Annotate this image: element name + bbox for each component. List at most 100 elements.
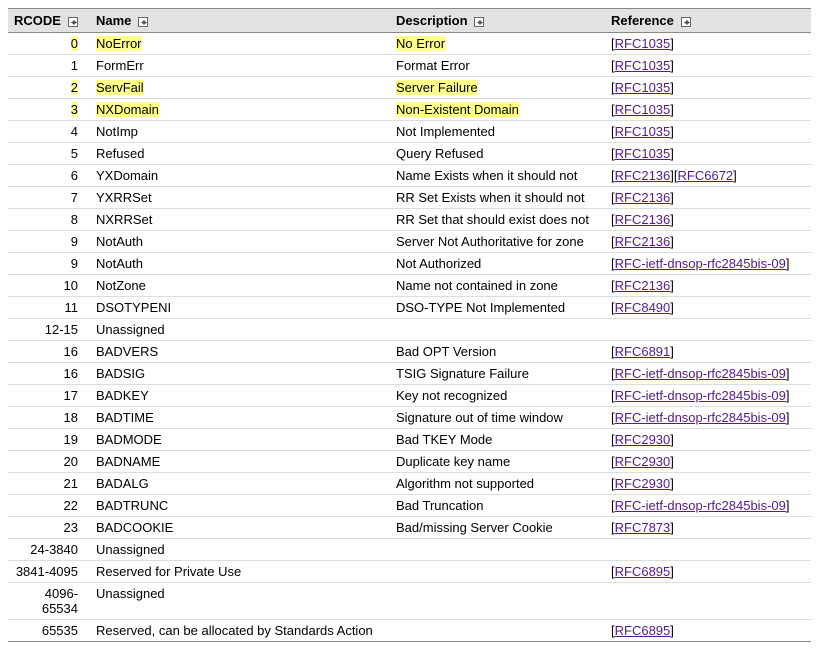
cell-rcode: 2	[8, 77, 90, 99]
cell-name: BADTIME	[90, 407, 390, 429]
reference-link[interactable]: RFC2930	[615, 432, 671, 447]
reference-link[interactable]: RFC2136	[615, 278, 671, 293]
reference-link[interactable]: RFC6891	[615, 344, 671, 359]
cell-ref: [RFC2136]	[605, 209, 811, 231]
cell-name: NoError	[90, 33, 390, 55]
cell-ref: [RFC6891]	[605, 341, 811, 363]
cell-rcode: 5	[8, 143, 90, 165]
highlighted-text: 0	[71, 36, 78, 51]
highlighted-text: 3	[71, 102, 78, 117]
reference-link[interactable]: RFC1035	[615, 58, 671, 73]
col-header-desc[interactable]: Description	[390, 9, 605, 33]
bracket-close: ]	[786, 388, 790, 403]
reference-link[interactable]: RFC-ietf-dnsop-rfc2845bis-09	[615, 388, 786, 403]
cell-ref: [RFC7873]	[605, 517, 811, 539]
cell-ref: [RFC2136]	[605, 275, 811, 297]
cell-rcode: 3	[8, 99, 90, 121]
reference-link[interactable]: RFC-ietf-dnsop-rfc2845bis-09	[615, 410, 786, 425]
highlighted-text: NoError	[96, 36, 142, 51]
cell-ref: [RFC1035]	[605, 99, 811, 121]
cell-name: BADTRUNC	[90, 495, 390, 517]
reference-link[interactable]: RFC-ietf-dnsop-rfc2845bis-09	[615, 498, 786, 513]
bracket-close: ]	[670, 278, 674, 293]
reference-link[interactable]: RFC2136	[615, 190, 671, 205]
bracket-close: ]	[670, 124, 674, 139]
cell-ref: [RFC-ietf-dnsop-rfc2845bis-09]	[605, 495, 811, 517]
reference-link[interactable]: RFC6895	[615, 623, 671, 638]
cell-rcode: 23	[8, 517, 90, 539]
reference-link[interactable]: RFC8490	[615, 300, 671, 315]
table-row: 23BADCOOKIEBad/missing Server Cookie[RFC…	[8, 517, 811, 539]
cell-rcode: 6	[8, 165, 90, 187]
cell-desc: Bad Truncation	[390, 495, 605, 517]
reference-link[interactable]: RFC-ietf-dnsop-rfc2845bis-09	[615, 366, 786, 381]
highlighted-text: Server Failure	[396, 80, 478, 95]
cell-ref: [RFC1035]	[605, 33, 811, 55]
reference-link[interactable]: RFC-ietf-dnsop-rfc2845bis-09	[615, 256, 786, 271]
cell-ref	[605, 583, 811, 620]
col-header-name[interactable]: Name	[90, 9, 390, 33]
col-header-ref[interactable]: Reference	[605, 9, 811, 33]
table-row: 5RefusedQuery Refused[RFC1035]	[8, 143, 811, 165]
cell-desc: Server Failure	[390, 77, 605, 99]
reference-link[interactable]: RFC1035	[615, 80, 671, 95]
cell-ref: [RFC-ietf-dnsop-rfc2845bis-09]	[605, 363, 811, 385]
table-row: 7YXRRSetRR Set Exists when it should not…	[8, 187, 811, 209]
cell-desc	[390, 583, 605, 620]
reference-link[interactable]: RFC2930	[615, 476, 671, 491]
col-header-ref-label: Reference	[611, 13, 674, 28]
table-row: 3841-4095Reserved for Private Use[RFC689…	[8, 561, 811, 583]
table-row: 3NXDomainNon-Existent Domain[RFC1035]	[8, 99, 811, 121]
cell-name: Refused	[90, 143, 390, 165]
col-header-rcode[interactable]: RCODE	[8, 9, 90, 33]
cell-rcode: 16	[8, 341, 90, 363]
cell-name: Reserved for Private Use	[90, 561, 390, 583]
col-header-rcode-label: RCODE	[14, 13, 61, 28]
cell-rcode: 24-3840	[8, 539, 90, 561]
reference-link[interactable]: RFC2136	[615, 168, 671, 183]
table-row: 6YXDomainName Exists when it should not[…	[8, 165, 811, 187]
cell-rcode: 22	[8, 495, 90, 517]
reference-link[interactable]: RFC2136	[615, 234, 671, 249]
cell-desc: Not Implemented	[390, 121, 605, 143]
cell-desc: Signature out of time window	[390, 407, 605, 429]
reference-link[interactable]: RFC1035	[615, 124, 671, 139]
cell-name: YXDomain	[90, 165, 390, 187]
bracket-close: ]	[670, 432, 674, 447]
reference-link[interactable]: RFC1035	[615, 102, 671, 117]
table-row: 16BADSIGTSIG Signature Failure[RFC-ietf-…	[8, 363, 811, 385]
cell-rcode: 65535	[8, 620, 90, 642]
reference-link[interactable]: RFC1035	[615, 146, 671, 161]
cell-name: BADCOOKIE	[90, 517, 390, 539]
bracket-close: ]	[670, 476, 674, 491]
bracket-close: ]	[786, 366, 790, 381]
reference-link[interactable]: RFC2136	[615, 212, 671, 227]
cell-name: NotAuth	[90, 231, 390, 253]
table-row: 65535Reserved, can be allocated by Stand…	[8, 620, 811, 642]
sort-icon[interactable]	[681, 17, 691, 27]
sort-icon[interactable]	[474, 17, 484, 27]
bracket-close: ]	[786, 410, 790, 425]
cell-name: ServFail	[90, 77, 390, 99]
sort-icon[interactable]	[138, 17, 148, 27]
sort-icon[interactable]	[68, 17, 78, 27]
highlighted-text: No Error	[396, 36, 445, 51]
reference-link[interactable]: RFC7873	[615, 520, 671, 535]
bracket-close: ]	[670, 623, 674, 638]
bracket-close: ]	[670, 344, 674, 359]
cell-name: Unassigned	[90, 539, 390, 561]
reference-link[interactable]: RFC6895	[615, 564, 671, 579]
cell-name: BADVERS	[90, 341, 390, 363]
cell-desc	[390, 539, 605, 561]
bracket-close: ]	[670, 80, 674, 95]
cell-desc: Bad TKEY Mode	[390, 429, 605, 451]
cell-desc: TSIG Signature Failure	[390, 363, 605, 385]
reference-link[interactable]: RFC1035	[615, 36, 671, 51]
cell-rcode: 12-15	[8, 319, 90, 341]
reference-link[interactable]: RFC2930	[615, 454, 671, 469]
highlighted-text: ServFail	[96, 80, 144, 95]
cell-rcode: 10	[8, 275, 90, 297]
reference-link[interactable]: RFC6672	[678, 168, 734, 183]
cell-ref: [RFC6895]	[605, 561, 811, 583]
bracket-close: ]	[670, 190, 674, 205]
